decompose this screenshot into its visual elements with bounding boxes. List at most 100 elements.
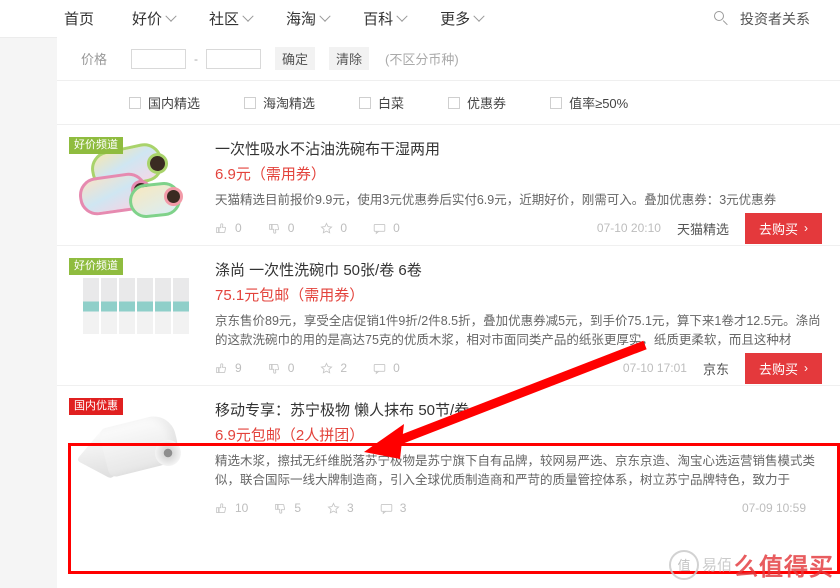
item-thumbnail-wrap: 好价频道 [69,258,199,375]
comment-stat[interactable]: 0 [373,221,400,235]
checkbox-label: 海淘精选 [263,96,316,111]
star-icon [320,361,333,374]
dislike-stat[interactable]: 0 [268,221,294,235]
investor-relations-link[interactable]: 投资者关系 [740,9,810,29]
checkbox-label: 优惠券 [467,96,507,111]
checkbox-box[interactable] [244,96,257,109]
checkbox-box[interactable] [359,96,372,109]
item-body: 一次性吸水不沾油洗碗布干湿两用 6.9元（需用券） 天猫精选目前报价9.9元，使… [199,139,822,244]
thumbs-down-icon [268,223,279,234]
confirm-button[interactable]: 确定 [275,47,316,70]
item-body: 移动专享：苏宁极物 懒人抹布 50节/卷 6.9元包邮（2人拼团） 精选木浆，擦… [199,400,822,515]
price-range-dash: - [194,51,199,66]
buy-button[interactable]: 去购买 › [744,352,822,384]
item-description: 精选木浆，擦拭无纤维脱落苏宁极物是苏宁旗下自有品牌，较网易严选、京东京造、淘宝心… [215,454,816,487]
nav-item-label: 海淘 [286,11,317,28]
status-badge: 好价频道 [69,258,123,275]
like-stat[interactable]: 0 [215,221,242,235]
favorite-stat[interactable]: 0 [320,221,347,235]
checkbox-label: 国内精选 [148,96,201,111]
nav-item-label: 社区 [209,11,240,28]
checkbox-box[interactable] [129,96,141,109]
like-stat[interactable]: 9 [215,361,242,375]
comment-icon [373,223,386,234]
like-stat[interactable]: 10 [215,501,248,515]
item-meta-right: 07-10 20:10 天猫精选 去购买 › [596,212,822,244]
checkbox-box[interactable] [550,96,563,109]
nav-item-encyclopedia[interactable]: 百科 [363,8,408,29]
checkbox-coupon[interactable]: 优惠券 [448,93,506,112]
currency-hint: (不区分币种) [385,52,459,67]
item-meta-right: 07-09 10:59 [742,501,822,515]
buy-button-label: 去购买 [758,221,798,237]
chevron-down-icon [319,10,331,22]
list-item[interactable]: 好价频道 涤尚 一次性洗碗巾 50张/卷 6卷 75.1元包邮（需用券） 京东售… [57,245,840,385]
favorite-count: 2 [340,361,348,375]
chevron-down-icon [473,10,485,22]
item-description: 京东售价89元，享受全店促销1件9折/2件8.5折，叠加优惠券减5元，到手价75… [215,314,821,347]
item-title[interactable]: 一次性吸水不沾油洗碗布干湿两用 [215,139,822,161]
checkbox-box[interactable] [448,96,461,109]
price-min-input[interactable] [131,48,187,69]
item-meta-row: 9 0 2 0 07-10 17:01 京东 去购买 › [215,352,822,384]
checkbox-value-rate[interactable]: 值率≥50% [550,93,628,112]
price-filter-label: 价格 [81,52,108,67]
checkbox-domestic-selection[interactable]: 国内精选 [129,93,200,112]
thumbs-down-icon [275,503,286,514]
nav-item-home[interactable]: 首页 [64,8,94,29]
item-thumbnail-wrap: 好价频道 [69,137,199,235]
list-item[interactable]: 国内优惠 移动专享：苏宁极物 懒人抹布 50节/卷 6.9元包邮（2人拼团） 精… [57,385,840,525]
item-price: 6.9元（需用券） [215,166,326,183]
thumbs-up-icon [216,362,227,373]
like-count: 0 [235,221,242,235]
chevron-down-icon [242,10,254,22]
favorite-stat[interactable]: 3 [327,501,354,515]
nav-item-good-price[interactable]: 好价 [132,8,177,29]
star-icon [327,501,340,514]
item-price: 75.1元包邮（需用券） [215,287,365,304]
item-price: 6.9元包邮（2人拼团） [215,427,365,444]
dislike-count: 0 [287,361,295,375]
chevron-down-icon [165,10,177,22]
nav-item-community[interactable]: 社区 [209,8,254,29]
checkbox-cabbage[interactable]: 白菜 [359,93,404,112]
favorite-stat[interactable]: 2 [320,361,347,375]
search-icon[interactable] [714,11,729,26]
comment-icon [380,503,392,514]
dislike-stat[interactable]: 0 [268,361,295,375]
clear-button[interactable]: 清除 [329,47,370,70]
thumbs-up-icon [216,502,227,513]
comment-count: 0 [393,361,400,375]
item-thumbnail-wrap: 国内优惠 [69,398,199,515]
item-timestamp: 07-09 10:59 [741,501,806,515]
like-count: 9 [235,361,242,375]
price-max-input[interactable] [206,48,262,69]
nav-item-label: 百科 [363,11,394,28]
item-meta-right: 07-10 17:01 京东 去购买 › [622,352,822,384]
nav-right-group: 投资者关系 [714,0,810,37]
price-filter-row: 价格 - 确定 清除 (不区分币种) [57,37,840,81]
comment-stat[interactable]: 0 [373,361,400,375]
item-title[interactable]: 移动专享：苏宁极物 懒人抹布 50节/卷 [215,400,822,422]
chevron-right-icon: › [804,221,808,235]
comment-stat[interactable]: 3 [380,501,407,515]
item-mall[interactable]: 天猫精选 [677,219,729,238]
favorite-count: 3 [347,501,354,515]
buy-button[interactable]: 去购买 › [744,212,822,244]
item-timestamp: 07-10 20:10 [596,221,661,235]
status-badge: 国内优惠 [69,398,123,415]
page-root: 首页 好价 社区 海淘 百科 更多 投资者关系 价格 - 确定 清除 (不区分币… [0,0,840,588]
item-timestamp: 07-10 17:01 [622,361,687,375]
dislike-stat[interactable]: 5 [274,501,301,515]
checkbox-overseas-selection[interactable]: 海淘精选 [244,93,315,112]
item-title[interactable]: 涤尚 一次性洗碗巾 50张/卷 6卷 [215,260,822,282]
item-mall[interactable]: 京东 [703,359,729,378]
list-item[interactable]: 好价频道 一次性吸水不沾油洗碗布干湿两用 6.9元（需用券） 天猫精选目前报价9… [57,125,840,245]
comment-count: 0 [393,221,400,235]
dislike-count: 5 [294,501,302,515]
comment-icon [373,363,386,374]
nav-item-more[interactable]: 更多 [440,8,485,29]
nav-item-overseas[interactable]: 海淘 [286,8,331,29]
comment-count: 3 [399,501,407,515]
item-description: 天猫精选目前报价9.9元，使用3元优惠券后实付6.9元，近期好价，刚需可入。叠加… [215,193,777,207]
